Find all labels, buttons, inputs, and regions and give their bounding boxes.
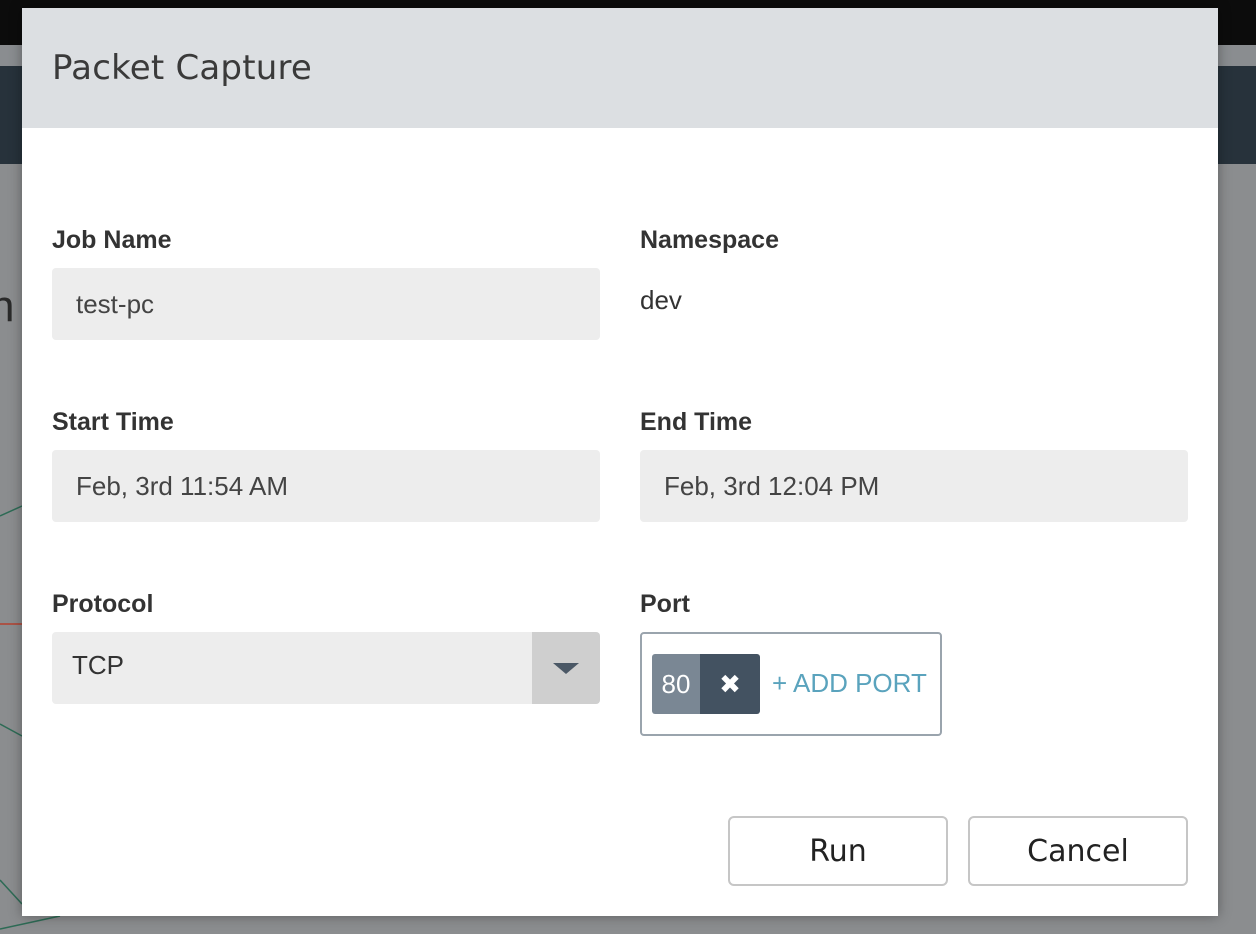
end-time-input[interactable]: Feb, 3rd 12:04 PM bbox=[640, 450, 1188, 522]
job-name-label: Job Name bbox=[52, 226, 172, 254]
protocol-selected-value: TCP bbox=[72, 650, 124, 680]
job-name-input[interactable]: test-pc bbox=[52, 268, 600, 340]
port-tag: 80 bbox=[652, 654, 700, 714]
cancel-button[interactable]: Cancel bbox=[968, 816, 1188, 886]
packet-capture-dialog: Packet Capture Job Name test-pc Namespac… bbox=[22, 8, 1218, 916]
remove-port-close-icon[interactable]: ✖ bbox=[700, 654, 760, 714]
end-time-label: End Time bbox=[640, 408, 753, 436]
dialog-header: Packet Capture bbox=[22, 8, 1218, 128]
start-time-input[interactable]: Feb, 3rd 11:54 AM bbox=[52, 450, 600, 522]
run-button[interactable]: Run bbox=[728, 816, 948, 886]
protocol-label: Protocol bbox=[52, 590, 154, 618]
add-port-link[interactable]: + ADD PORT bbox=[772, 668, 927, 699]
port-label: Port bbox=[640, 590, 690, 618]
chevron-down-icon bbox=[553, 662, 579, 674]
job-name-value: test-pc bbox=[76, 288, 155, 319]
port-tag-input[interactable]: 80 ✖ + ADD PORT bbox=[640, 632, 942, 736]
start-time-value: Feb, 3rd 11:54 AM bbox=[76, 470, 288, 501]
protocol-select[interactable]: TCP bbox=[52, 632, 600, 704]
background-heading-fragment: h bbox=[0, 282, 15, 331]
dialog-title: Packet Capture bbox=[52, 48, 313, 88]
namespace-label: Namespace bbox=[640, 226, 779, 254]
end-time-value: Feb, 3rd 12:04 PM bbox=[664, 470, 880, 501]
start-time-label: Start Time bbox=[52, 408, 174, 436]
protocol-dropdown-toggle[interactable] bbox=[532, 632, 600, 704]
namespace-value: dev bbox=[640, 285, 682, 315]
